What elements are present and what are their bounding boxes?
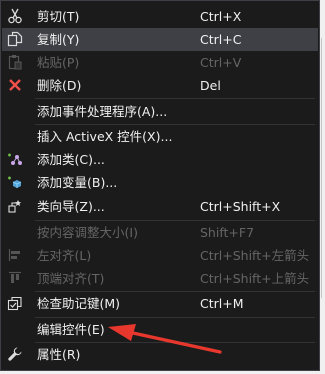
menu-item-shortcut: Ctrl+Shift+左箭头 (200, 248, 310, 263)
copy-icon (6, 30, 24, 48)
menu-separator (35, 98, 315, 99)
menu-item-shortcut: Ctrl+Shift+X (200, 199, 281, 214)
menu-item-copy[interactable]: 复制(Y) Ctrl+C (2, 28, 318, 51)
menu-item-label: 顶端对齐(T) (37, 271, 105, 286)
menu-item-label: 删除(D) (37, 78, 82, 93)
menu-item-label: 检查助记键(M) (37, 296, 121, 311)
menu-item-label: 添加事件处理程序(A)... (37, 104, 168, 119)
check-mnemonics-icon (6, 294, 24, 312)
class-wizard-icon (6, 197, 24, 215)
menu-item-shortcut: Ctrl+X (200, 9, 242, 24)
menu-item-paste[interactable]: 粘贴(P) Ctrl+V (2, 51, 318, 74)
menu-item-shortcut: Shift+F7 (200, 225, 255, 240)
menu-item-add-class[interactable]: 添加类(C)... (2, 148, 318, 171)
align-top-icon (6, 269, 24, 287)
menu-item-label: 复制(Y) (37, 32, 80, 47)
context-menu: 剪切(T) Ctrl+X 复制(Y) Ctrl+C 粘贴(P) Ctrl+V 删… (0, 0, 320, 371)
menu-item-label: 编辑控件(E) (37, 322, 105, 337)
menu-item-shortcut: Ctrl+V (200, 55, 242, 70)
menu-item-label: 按内容调整大小(I) (37, 225, 138, 240)
menu-item-size-to-content[interactable]: 按内容调整大小(I) Shift+F7 (2, 221, 318, 244)
menu-item-label: 左对齐(L) (37, 248, 92, 263)
menu-item-label: 添加变量(B)... (37, 175, 118, 190)
menu-item-label: 插入 ActiveX 控件(X)... (37, 129, 173, 144)
menu-item-shortcut: Ctrl+M (200, 296, 244, 311)
menu-item-check-mnemonics[interactable]: 检查助记键(M) Ctrl+M (2, 292, 318, 315)
menu-item-label: 粘贴(P) (37, 55, 80, 70)
menu-item-add-variable[interactable]: 添加变量(B)... (2, 171, 318, 194)
menu-item-shortcut: Del (200, 78, 221, 93)
menu-item-label: 剪切(T) (37, 9, 80, 24)
menu-item-delete[interactable]: 删除(D) Del (2, 74, 318, 97)
add-class-icon (6, 150, 24, 168)
paste-icon (6, 53, 24, 71)
menu-item-label: 添加类(C)... (37, 152, 105, 167)
menu-item-insert-activex[interactable]: 插入 ActiveX 控件(X)... (2, 125, 318, 148)
menu-item-label: 属性(R) (37, 347, 81, 362)
scissors-icon (6, 7, 24, 25)
menu-item-align-top[interactable]: 顶端对齐(T) Ctrl+Shift+上箭头 (2, 267, 318, 290)
wrench-icon (6, 345, 24, 363)
menu-item-label: 类向导(Z)... (37, 199, 105, 214)
delete-x-icon (6, 76, 24, 94)
menu-item-edit-control[interactable]: 编辑控件(E) (2, 318, 318, 341)
menu-item-class-wizard[interactable]: 类向导(Z)... Ctrl+Shift+X (2, 195, 318, 218)
align-left-icon (6, 246, 24, 264)
menu-item-shortcut: Ctrl+Shift+上箭头 (200, 271, 310, 286)
window-edge (321, 38, 322, 298)
add-variable-icon (6, 173, 24, 191)
menu-item-properties[interactable]: 属性(R) (2, 343, 318, 366)
menu-item-add-event-handler[interactable]: 添加事件处理程序(A)... (2, 100, 318, 123)
menu-item-align-left[interactable]: 左对齐(L) Ctrl+Shift+左箭头 (2, 244, 318, 267)
menu-item-cut[interactable]: 剪切(T) Ctrl+X (2, 5, 318, 28)
menu-item-shortcut: Ctrl+C (200, 32, 242, 47)
